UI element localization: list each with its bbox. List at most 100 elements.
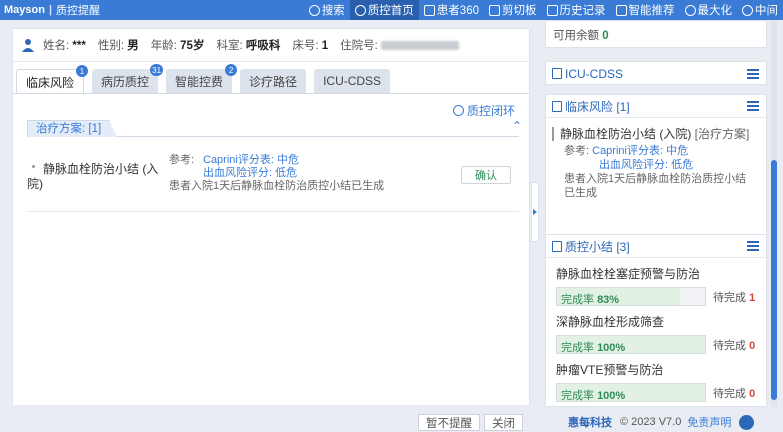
- maximize-icon: [684, 4, 696, 16]
- clipboard-icon: [489, 4, 500, 16]
- risk-description: 患者入院1天后静脉血栓防治质控小结已生成: [564, 173, 747, 199]
- tab-clinical-path[interactable]: 诊疗路径: [240, 69, 307, 93]
- nav-label: 剪切板: [502, 5, 537, 17]
- footer-logo: 惠每科技: [568, 417, 612, 429]
- tab-label: ICU-CDSS: [323, 74, 382, 88]
- icu-cdss-card: ICU-CDSS: [545, 61, 767, 85]
- nav-label: 搜索: [321, 5, 345, 17]
- arrow-right-icon: [533, 209, 537, 215]
- balance-value: 0: [602, 30, 609, 42]
- brand-subtitle: 质控提醒: [56, 5, 101, 17]
- plan-tag: 治疗方案: [1]: [27, 120, 118, 137]
- qc-item[interactable]: 肿瘤VTE预警与防治 完成率 100% 待完成 0: [546, 361, 766, 402]
- doc-icon: [552, 100, 562, 112]
- right-sidebar: 可用余额 0 ICU-CDSS 临床风险 [1] 静脉血栓防治小结 (入院) […: [545, 20, 767, 407]
- top-nav: 搜索 质控首页 患者360 剪切板 历史记录 智能推荐 最大化 中间: [304, 0, 783, 20]
- pending-count: 待完成 0: [713, 339, 756, 352]
- plan-description: 患者入院1天后静脉血栓防治质控小结已生成: [169, 180, 385, 192]
- risk-item-title[interactable]: 静脉血栓防治小结 (入院) [治疗方案]: [552, 127, 756, 141]
- tab-badge: 2: [225, 64, 238, 76]
- ref-label: 参考:: [169, 154, 195, 166]
- plan-section-header: 治疗方案: [1] ⌃: [27, 119, 522, 137]
- top-bar: Mayson | 质控提醒 搜索 质控首页 患者360 剪切板 历史记录 智能推…: [0, 0, 783, 20]
- ref-caprini-link[interactable]: Caprini评分表: 中危: [592, 145, 688, 157]
- admission-number-blurred: [381, 41, 460, 51]
- nav-history[interactable]: 历史记录: [542, 0, 611, 20]
- qc-item[interactable]: 深静脉血栓形成筛查 完成率 100% 待完成 0: [546, 313, 766, 354]
- clinical-risk-header[interactable]: 临床风险 [1]: [546, 95, 766, 118]
- plan-reference: 参考: Caprini评分表: 中危 出血风险评分: 低危 患者入院1天后静脉血栓…: [169, 154, 399, 193]
- pending-count: 待完成 0: [713, 387, 756, 400]
- nav-label: 最大化: [697, 5, 733, 17]
- scrollbar-thumb[interactable]: [771, 160, 777, 400]
- plan-name: 静脉血栓防治小结 (入院): [27, 162, 159, 191]
- avatar-icon: [22, 39, 34, 52]
- collapse-icon[interactable]: ⌃: [512, 119, 522, 133]
- menu-icon[interactable]: [747, 241, 759, 251]
- plan-item: 静脉血栓防治小结 (入院) 参考: Caprini评分表: 中危 出血风险评分: …: [27, 152, 519, 212]
- nav-label: 患者360: [436, 5, 479, 17]
- nav-patient360[interactable]: 患者360: [419, 0, 484, 20]
- nav-clipboard[interactable]: 剪切板: [484, 0, 542, 20]
- nav-maximize[interactable]: 最大化: [680, 0, 738, 20]
- menu-icon[interactable]: [747, 68, 759, 79]
- balance-row: 可用余额 0: [546, 21, 766, 49]
- nav-label: 质控首页: [367, 5, 414, 17]
- tab-cost-control[interactable]: 智能控费 2: [166, 64, 238, 93]
- nav-recommend[interactable]: 智能推荐: [611, 0, 680, 20]
- doc-icon: [552, 240, 562, 252]
- patient-dept: 科室: 呼吸科: [216, 40, 281, 52]
- brand-logo: Mayson: [4, 4, 45, 16]
- no-remind-button[interactable]: 暂不提醒: [418, 414, 480, 431]
- doc-icon: [552, 68, 562, 79]
- patient-age: 年龄: 75岁: [150, 40, 205, 52]
- qc-item-name: 深静脉血栓形成筛查: [556, 315, 665, 329]
- qc-item[interactable]: 静脉血栓栓塞症预警与防治 完成率 83% 待完成 1: [546, 265, 766, 306]
- icu-cdss-title: ICU-CDSS: [565, 66, 624, 81]
- tab-bar: 临床风险 1 病历质控 31 智能控费 2 诊疗路径 ICU-CDSS: [13, 64, 529, 94]
- sidebar-scrollbar[interactable]: [771, 20, 777, 407]
- confirm-button[interactable]: 确认: [461, 166, 511, 184]
- tab-content: 质控闭环 治疗方案: [1] ⌃ 静脉血栓防治小结 (入院) 参考: Caprin…: [13, 93, 529, 405]
- ref-caprini-link[interactable]: Caprini评分表: 中危: [203, 154, 299, 167]
- progress-text: 完成率 100%: [561, 390, 626, 402]
- tab-label: 病历质控: [101, 74, 150, 89]
- close-button[interactable]: 关闭: [484, 414, 523, 431]
- qc-loop-link[interactable]: 质控闭环: [452, 102, 515, 119]
- patient-admission: 住院号:: [340, 37, 460, 53]
- menu-icon[interactable]: [747, 101, 759, 111]
- nav-qc-home[interactable]: 质控首页: [349, 0, 419, 20]
- tab-label: 智能控费: [175, 74, 224, 89]
- progress-text: 完成率 83%: [561, 294, 620, 306]
- footer: 惠每科技 © 2023 V7.0 免责声明: [568, 414, 755, 430]
- progress-bar: 完成率 83%: [556, 287, 706, 306]
- bottom-buttons: 暂不提醒 关闭: [418, 414, 527, 431]
- tab-record-qc[interactable]: 病历质控 31: [92, 64, 164, 93]
- ref-label: 参考:: [564, 145, 590, 157]
- pending-count: 待完成 1: [713, 291, 756, 304]
- tab-clinical-risk[interactable]: 临床风险 1: [16, 65, 89, 94]
- qc-summary-header[interactable]: 质控小结 [3]: [546, 235, 766, 258]
- balance-label: 可用余额: [553, 30, 599, 42]
- nav-label: 中间: [755, 5, 778, 17]
- patient-info-bar: 姓名: *** 性别: 男 年龄: 75岁 科室: 呼吸科 床号: 1 住院号:: [13, 29, 529, 62]
- clinical-risk-title: 临床风险 [1]: [565, 99, 630, 114]
- qc-loop-label: 质控闭环: [466, 104, 515, 118]
- recommend-icon: [615, 4, 627, 16]
- disclaimer-link[interactable]: 免责声明: [687, 414, 731, 430]
- ref-bleeding-link[interactable]: 出血风险评分: 低危: [203, 167, 297, 180]
- progress-text: 完成率 100%: [561, 342, 626, 354]
- ref-bleeding-link[interactable]: 出血风险评分: 低危: [599, 159, 693, 171]
- patient-sex: 性别: 男: [97, 40, 139, 52]
- help-icon[interactable]: [739, 414, 755, 430]
- nav-search[interactable]: 搜索: [304, 0, 350, 20]
- patient-icon: [423, 4, 435, 16]
- home-icon: [354, 4, 366, 16]
- tab-icu-cdss[interactable]: ICU-CDSS: [314, 69, 391, 93]
- risk-reference: 参考: Caprini评分表: 中危 出血风险评分: 低危 患者入院1天后静脉血…: [556, 144, 756, 200]
- nav-label: 历史记录: [559, 5, 606, 17]
- panel-collapse-handle[interactable]: [531, 182, 539, 242]
- icu-cdss-header[interactable]: ICU-CDSS: [546, 62, 766, 85]
- progress-bar: 完成率 100%: [556, 383, 706, 402]
- nav-center[interactable]: 中间: [737, 0, 783, 20]
